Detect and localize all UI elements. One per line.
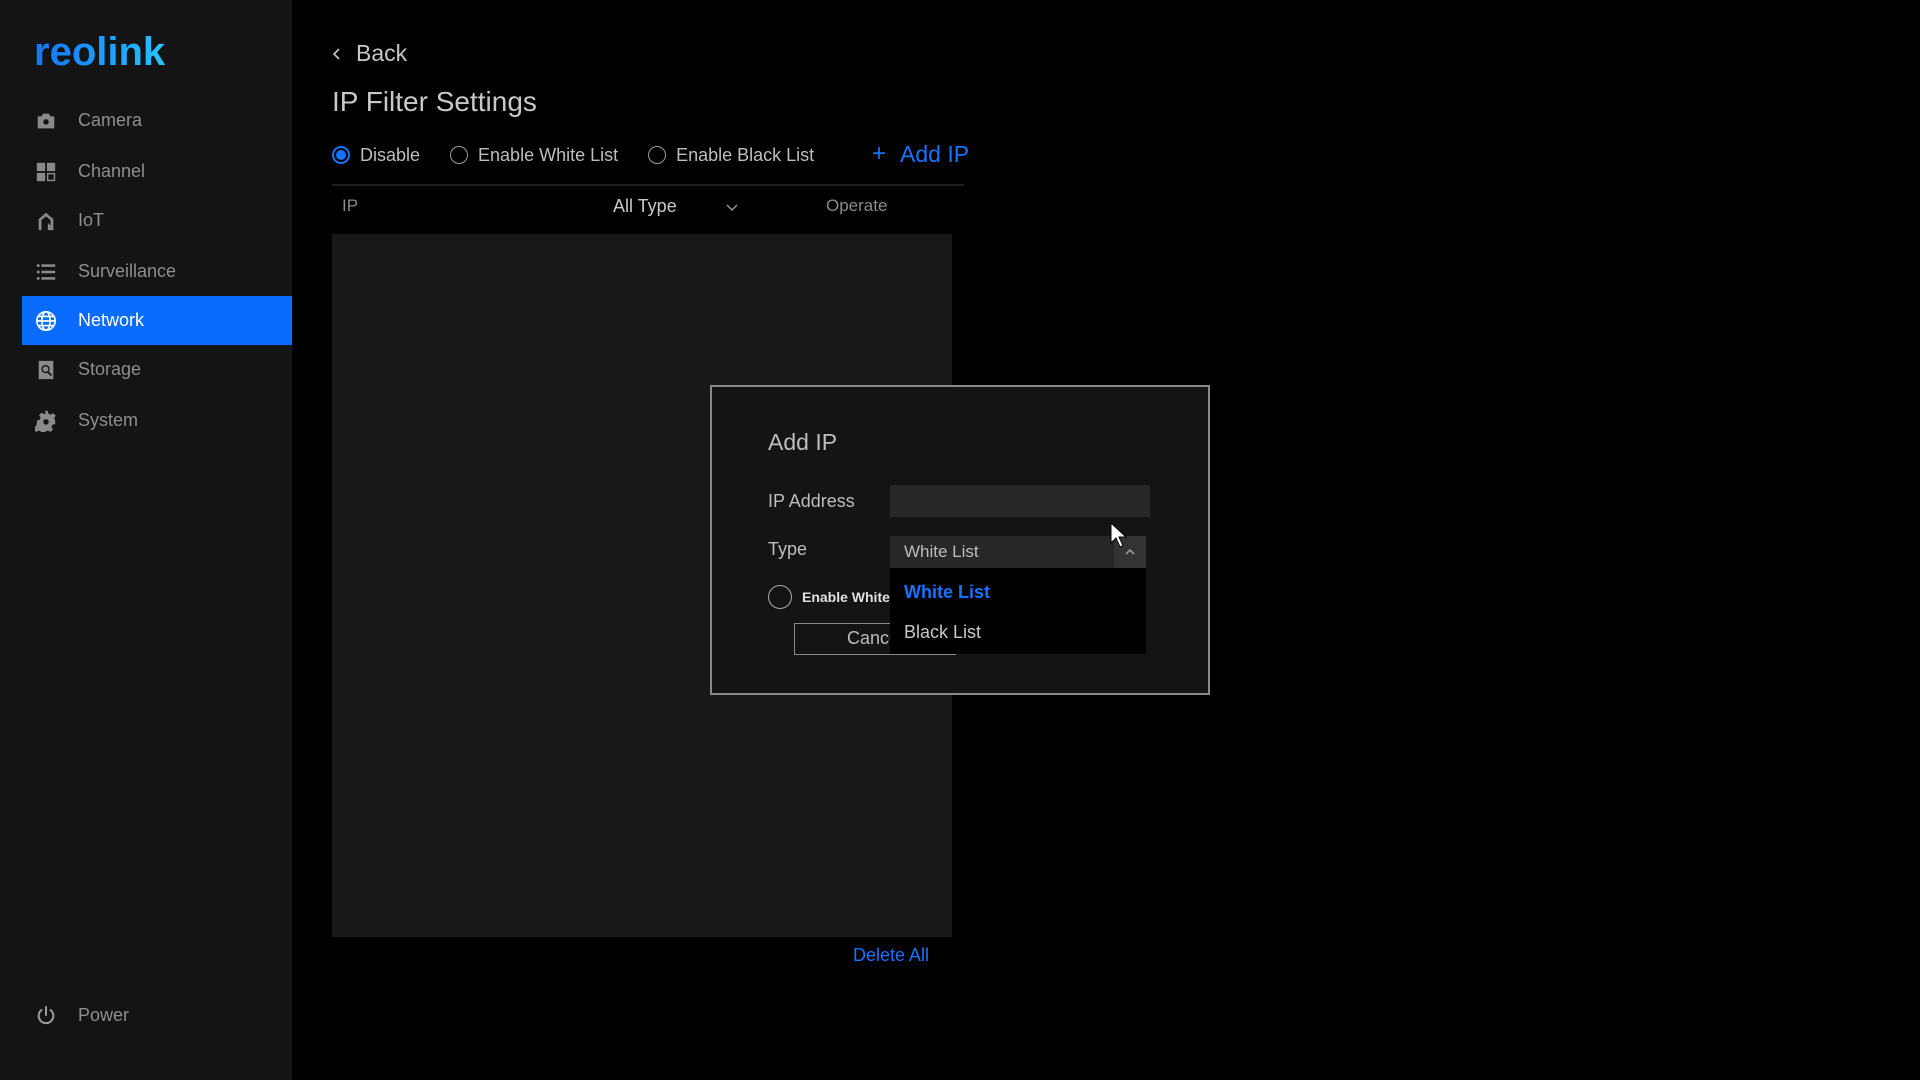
sidebar-item-label: Channel xyxy=(78,161,146,181)
plus-icon: + xyxy=(872,140,887,167)
type-option-white-list[interactable]: White List xyxy=(904,582,990,603)
radio-label: Disable xyxy=(360,144,421,165)
power-label: Power xyxy=(78,1005,130,1025)
mouse-cursor-icon xyxy=(1110,522,1128,548)
camera-icon xyxy=(34,109,58,133)
radio-enable-black-list[interactable]: Enable Black List xyxy=(648,145,814,166)
ip-address-input[interactable] xyxy=(890,485,1150,517)
back-label: Back xyxy=(356,40,408,66)
filter-mode-radio-group: Disable Enable White List Enable Black L… xyxy=(332,142,844,168)
sidebar-item-label: Storage xyxy=(78,359,142,379)
sidebar-item-label: IoT xyxy=(78,210,105,230)
radio-checked-icon xyxy=(332,146,350,164)
gear-icon xyxy=(34,409,58,433)
sidebar-item-system[interactable]: System xyxy=(22,396,292,445)
type-filter-dropdown[interactable]: All Type xyxy=(613,196,739,217)
radio-label: Enable White List xyxy=(478,144,619,165)
sidebar-item-label: Surveillance xyxy=(78,261,177,281)
column-header-ip: IP xyxy=(342,196,359,215)
reolink-logo: reolink xyxy=(34,30,166,74)
table-header-divider xyxy=(332,184,964,186)
ip-address-label: IP Address xyxy=(768,491,855,511)
back-button[interactable]: Back xyxy=(330,40,407,67)
type-select-value: White List xyxy=(904,542,979,561)
chevron-down-icon xyxy=(726,204,738,211)
type-dropdown-menu: White List Black List xyxy=(890,568,1146,654)
dialog-title: Add IP xyxy=(768,429,838,455)
list-icon xyxy=(34,260,58,284)
globe-icon xyxy=(34,309,58,333)
radio-unchecked-icon xyxy=(768,585,792,609)
storage-disk-icon xyxy=(34,358,58,382)
sidebar-item-channel[interactable]: Channel xyxy=(22,147,292,196)
radio-unchecked-icon xyxy=(450,146,469,164)
radio-disable[interactable]: Disable xyxy=(332,145,420,166)
add-ip-button[interactable]: + Add IP xyxy=(872,140,969,168)
column-header-operate: Operate xyxy=(826,196,888,215)
sidebar-item-iot[interactable]: IoT xyxy=(22,196,292,245)
sidebar-item-label: System xyxy=(78,410,139,430)
power-button[interactable]: Power xyxy=(22,991,292,1040)
radio-label: Enable Black List xyxy=(676,144,815,165)
type-option-black-list[interactable]: Black List xyxy=(904,622,981,643)
power-icon xyxy=(34,1004,58,1028)
type-select[interactable]: White List xyxy=(890,536,1146,568)
delete-all-button[interactable]: Delete All xyxy=(853,945,929,966)
add-ip-label: Add IP xyxy=(900,140,970,167)
sidebar-item-camera[interactable]: Camera xyxy=(22,96,292,145)
sidebar-item-label: Network xyxy=(78,310,145,330)
sidebar-item-storage[interactable]: Storage xyxy=(22,345,292,394)
iot-home-icon xyxy=(34,209,58,233)
chevron-left-icon xyxy=(332,47,340,60)
enable-label: Enable White xyxy=(802,589,890,605)
sidebar: reolink Camera Channel IoT Surveillance … xyxy=(0,0,292,1080)
radio-enable-white-list[interactable]: Enable White List xyxy=(450,145,618,166)
sidebar-item-surveillance[interactable]: Surveillance xyxy=(22,247,292,296)
add-ip-dialog: Add IP IP Address Type White List White … xyxy=(710,385,1210,695)
enable-white-radio[interactable]: Enable White xyxy=(768,585,890,609)
type-label: Type xyxy=(768,539,808,559)
radio-unchecked-icon xyxy=(648,146,667,164)
channel-grid-icon xyxy=(34,160,58,184)
page-title: IP Filter Settings xyxy=(332,86,537,117)
type-filter-value: All Type xyxy=(613,196,677,216)
sidebar-item-network[interactable]: Network xyxy=(22,296,292,345)
sidebar-item-label: Camera xyxy=(78,110,143,130)
